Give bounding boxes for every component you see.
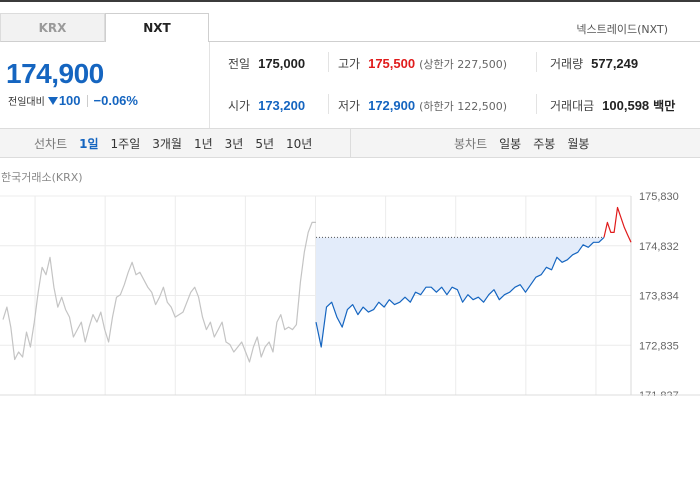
period-weekly[interactable]: 주봉 — [533, 135, 555, 152]
market-tabs: KRX NXT — [0, 13, 209, 42]
stat-low: 저가 172,900 (하한가 122,500) — [338, 97, 507, 114]
stat-label: 거래량 — [550, 57, 584, 71]
period-1y[interactable]: 1년 — [194, 135, 213, 152]
stats-divider — [536, 94, 537, 114]
change-label: 전일대비 — [8, 97, 45, 108]
period-1w[interactable]: 1주일 — [111, 135, 141, 152]
series-line — [603, 206, 632, 243]
tab-underline — [209, 41, 700, 42]
change-divider — [86, 94, 88, 107]
stat-value: 175,500 — [368, 56, 416, 71]
market-label: 넥스트레이드(NXT) — [576, 23, 668, 36]
y-tick-label: 173,834 — [639, 291, 679, 303]
stat-high: 고가 175,500 (상한가 227,500) — [338, 55, 507, 72]
period-5y[interactable]: 5년 — [255, 135, 274, 152]
stat-label: 전일 — [228, 57, 251, 71]
top-border — [0, 0, 700, 2]
period-daily[interactable]: 일봉 — [499, 135, 521, 152]
period-10y[interactable]: 10년 — [286, 135, 312, 152]
stat-label: 고가 — [338, 57, 361, 71]
down-arrow-icon — [47, 96, 58, 105]
stats-divider — [328, 94, 329, 114]
below-reference-area — [316, 237, 604, 347]
stat-open: 시가 173,200 — [228, 97, 305, 114]
period-divider — [350, 129, 351, 157]
line-chart-title: 선차트 — [34, 136, 68, 151]
chart-canvas: 175,830174,832173,834172,835171,837 — [0, 191, 700, 396]
period-1d[interactable]: 1일 — [79, 135, 98, 152]
tab-nxt[interactable]: NXT — [105, 13, 209, 42]
y-tick-label: 174,832 — [639, 241, 679, 253]
period-3m[interactable]: 3개월 — [152, 135, 182, 152]
stats-divider — [209, 42, 210, 128]
stats-divider — [536, 52, 537, 72]
period-3y[interactable]: 3년 — [225, 135, 244, 152]
stat-unit: 백만 — [653, 99, 676, 113]
stat-prev-close: 전일 175,000 — [228, 55, 305, 72]
stat-value: 577,249 — [591, 56, 639, 71]
period-monthly[interactable]: 월봉 — [567, 135, 589, 152]
stat-value: 100,598 — [602, 98, 650, 113]
stat-volume: 거래량 577,249 — [550, 55, 638, 72]
stat-value: 172,900 — [368, 98, 416, 113]
stat-label: 거래대금 — [550, 99, 595, 113]
chart-title: 한국거래소(KRX) — [1, 171, 83, 184]
change-row: 전일대비 100 −0.06% — [8, 93, 138, 108]
y-tick-label: 175,830 — [639, 191, 679, 203]
stock-quote-widget: KRX NXT 넥스트레이드(NXT) 174,900 전일대비 100 −0.… — [0, 0, 700, 490]
series-line — [2, 221, 316, 363]
upper-limit: (상한가 227,500) — [419, 58, 508, 71]
change-value: 100 — [58, 93, 81, 108]
stat-value: 175,000 — [258, 56, 306, 71]
line-chart-periods: 선차트 1일 1주일 3개월 1년 3년 5년 10년 — [34, 129, 324, 157]
tab-krx[interactable]: KRX — [0, 13, 105, 42]
current-price: 174,900 — [6, 58, 104, 89]
stat-label: 저가 — [338, 99, 361, 113]
lower-limit: (하한가 122,500) — [419, 100, 508, 113]
candle-chart-title: 봉차트 — [454, 136, 488, 151]
period-bar: 선차트 1일 1주일 3개월 1년 3년 5년 10년 봉차트 일봉 주봉 월봉 — [0, 128, 700, 158]
stat-amount: 거래대금 100,598 백만 — [550, 97, 675, 114]
change-percent: −0.06% — [93, 93, 138, 108]
y-tick-label: 172,835 — [639, 340, 679, 352]
stats-divider — [328, 52, 329, 72]
stat-label: 시가 — [228, 99, 251, 113]
price-chart: 175,830 174,832 173,834 172,835 171,837 — [0, 186, 700, 396]
stat-value: 173,200 — [258, 98, 306, 113]
candle-chart-periods: 봉차트 일봉 주봉 월봉 — [454, 129, 601, 157]
